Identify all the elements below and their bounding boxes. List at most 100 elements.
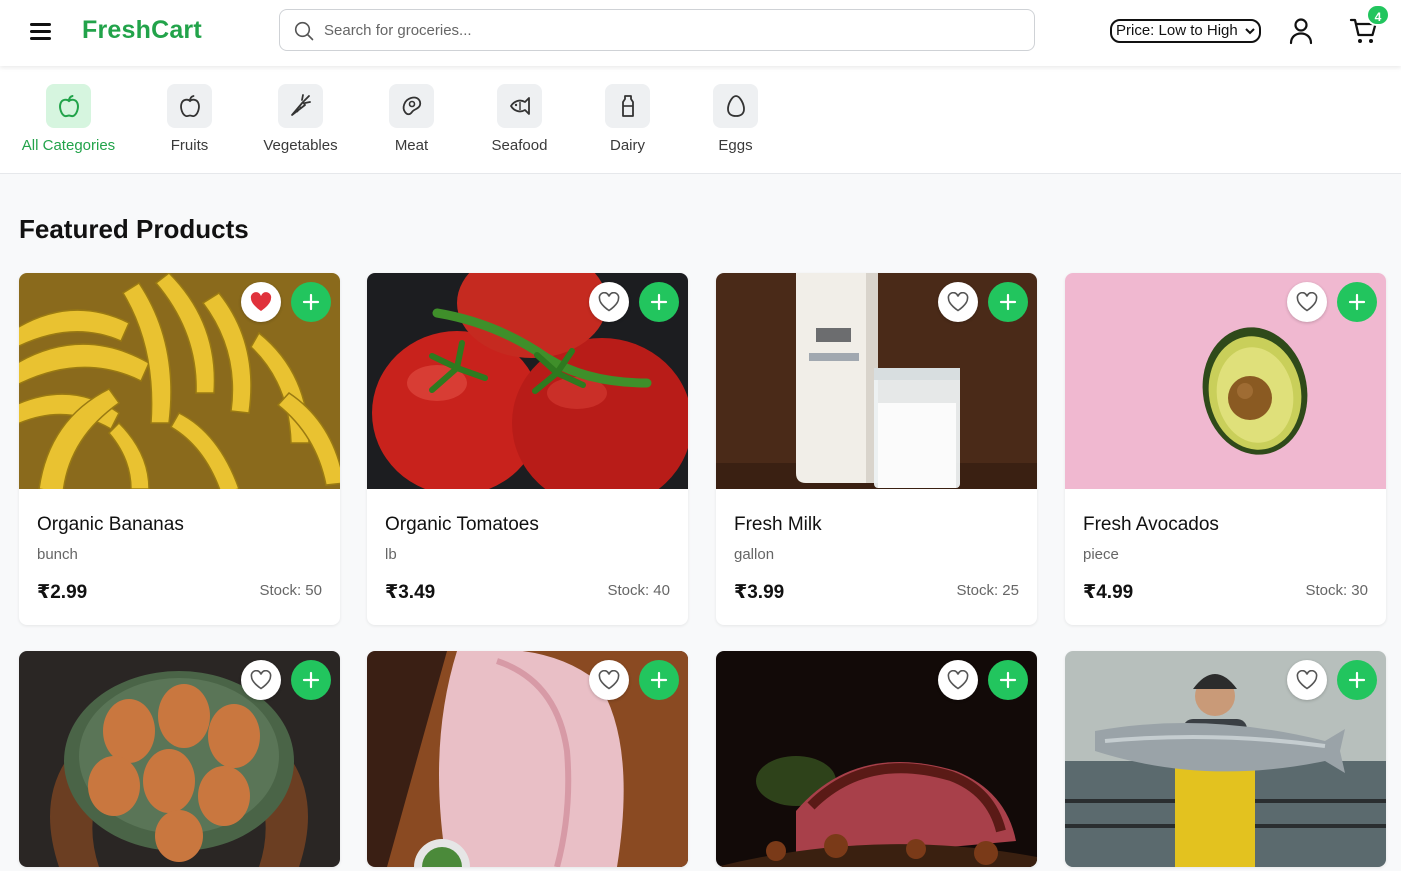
plus-icon [999, 293, 1017, 311]
heart-outline-icon [1296, 292, 1318, 312]
plus-icon [650, 671, 668, 689]
product-name: Organic Tomatoes [385, 514, 539, 535]
fish-icon [497, 84, 542, 128]
product-card[interactable] [716, 651, 1037, 867]
product-price: ₹3.49 [385, 582, 436, 603]
heart-outline-icon [1296, 670, 1318, 690]
heart-outline-icon [598, 292, 620, 312]
add-to-cart-button[interactable] [1337, 282, 1377, 322]
favorite-button[interactable] [241, 282, 281, 322]
product-stock: Stock: 40 [607, 582, 670, 599]
product-unit: lb [385, 546, 397, 563]
product-unit: bunch [37, 546, 78, 563]
category-label: Meat [394, 137, 429, 154]
product-image [1065, 273, 1386, 489]
category-dairy[interactable]: Dairy [605, 84, 650, 154]
product-price: ₹3.99 [734, 582, 785, 603]
favorite-button[interactable] [938, 282, 978, 322]
hamburger-menu-icon[interactable] [30, 22, 52, 40]
search-bar[interactable] [279, 9, 1035, 51]
product-card[interactable]: Fresh Avocados piece ₹4.99 Stock: 30 [1065, 273, 1386, 625]
product-image [367, 273, 688, 489]
product-image [1065, 651, 1386, 867]
favorite-button[interactable] [1287, 660, 1327, 700]
steak-icon [389, 84, 434, 128]
add-to-cart-button[interactable] [988, 282, 1028, 322]
favorite-button[interactable] [241, 660, 281, 700]
product-unit: piece [1083, 546, 1119, 563]
category-label: Vegetables [263, 137, 338, 154]
sort-select-value: Price: Low to High [1116, 22, 1238, 39]
plus-icon [1348, 293, 1366, 311]
product-card[interactable] [1065, 651, 1386, 867]
category-label: Fruits [170, 137, 209, 154]
product-card[interactable]: Fresh Milk gallon ₹3.99 Stock: 25 [716, 273, 1037, 625]
product-info: Fresh Avocados piece ₹4.99 Stock: 30 [1065, 489, 1386, 625]
category-label: All Categories [21, 137, 116, 154]
product-image [19, 651, 340, 867]
heart-outline-icon [947, 670, 969, 690]
plus-icon [302, 293, 320, 311]
plus-icon [302, 671, 320, 689]
carrot-icon [278, 84, 323, 128]
heart-outline-icon [947, 292, 969, 312]
chevron-down-icon [1245, 28, 1255, 35]
product-card[interactable]: Organic Bananas bunch ₹2.99 Stock: 50 [19, 273, 340, 625]
product-price: ₹4.99 [1083, 582, 1134, 603]
product-card[interactable] [367, 651, 688, 867]
search-icon [294, 21, 314, 41]
sort-select[interactable]: Price: Low to High [1110, 19, 1261, 43]
favorite-button[interactable] [589, 282, 629, 322]
plus-icon [650, 293, 668, 311]
product-stock: Stock: 30 [1305, 582, 1368, 599]
heart-outline-icon [250, 670, 272, 690]
top-header: FreshCart Price: Low to High 4 [0, 0, 1401, 66]
app-logo[interactable]: FreshCart [82, 16, 202, 45]
product-card[interactable] [19, 651, 340, 867]
product-info: Organic Bananas bunch ₹2.99 Stock: 50 [19, 489, 340, 625]
product-image [19, 273, 340, 489]
add-to-cart-button[interactable] [291, 660, 331, 700]
product-name: Organic Bananas [37, 514, 184, 535]
product-name: Fresh Avocados [1083, 514, 1219, 535]
favorite-button[interactable] [589, 660, 629, 700]
cart-count-badge: 4 [1366, 4, 1390, 26]
product-info: Fresh Milk gallon ₹3.99 Stock: 25 [716, 489, 1037, 625]
add-to-cart-button[interactable] [291, 282, 331, 322]
product-image [716, 651, 1037, 867]
category-all[interactable]: All Categories [19, 84, 118, 154]
category-vegetables[interactable]: Vegetables [260, 84, 341, 154]
product-image [367, 651, 688, 867]
category-seafood[interactable]: Seafood [490, 84, 549, 154]
favorite-button[interactable] [938, 660, 978, 700]
favorite-button[interactable] [1287, 282, 1327, 322]
search-input[interactable] [324, 10, 1014, 50]
product-info: Organic Tomatoes lb ₹3.49 Stock: 40 [367, 489, 688, 625]
category-fruits[interactable]: Fruits [166, 84, 213, 154]
apple-icon [167, 84, 212, 128]
category-bar: All Categories Fruits Vegetables Meat Se… [0, 66, 1401, 174]
category-label: Dairy [609, 137, 645, 154]
plus-icon [999, 671, 1017, 689]
product-stock: Stock: 25 [956, 582, 1019, 599]
heart-filled-icon [250, 292, 272, 311]
category-meat[interactable]: Meat [389, 84, 434, 154]
product-price: ₹2.99 [37, 582, 88, 603]
egg-icon [713, 84, 758, 128]
user-account-icon[interactable] [1288, 17, 1314, 45]
product-name: Fresh Milk [734, 514, 822, 535]
category-eggs[interactable]: Eggs [713, 84, 758, 154]
heart-outline-icon [598, 670, 620, 690]
add-to-cart-button[interactable] [988, 660, 1028, 700]
category-label: Eggs [718, 137, 753, 154]
product-stock: Stock: 50 [259, 582, 322, 599]
milk-bottle-icon [605, 84, 650, 128]
add-to-cart-button[interactable] [639, 282, 679, 322]
add-to-cart-button[interactable] [1337, 660, 1377, 700]
add-to-cart-button[interactable] [639, 660, 679, 700]
plus-icon [1348, 671, 1366, 689]
category-label: Seafood [491, 137, 548, 154]
section-title: Featured Products [19, 214, 249, 244]
product-card[interactable]: Organic Tomatoes lb ₹3.49 Stock: 40 [367, 273, 688, 625]
product-unit: gallon [734, 546, 775, 563]
